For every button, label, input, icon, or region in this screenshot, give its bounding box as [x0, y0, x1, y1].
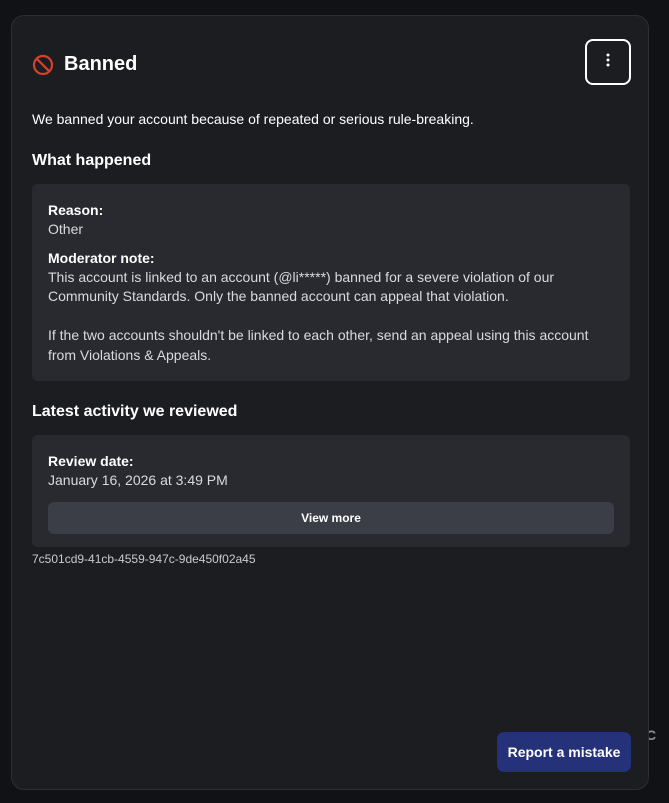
what-happened-card: Reason: Other Moderator note: This accou… — [32, 184, 630, 381]
what-happened-heading: What happened — [32, 152, 152, 169]
review-date-label: Review date: — [48, 453, 134, 469]
reason-value: Other — [48, 221, 84, 237]
latest-activity-heading: Latest activity we reviewed — [32, 403, 238, 420]
more-vertical-icon — [606, 53, 610, 72]
ban-icon — [32, 54, 54, 76]
reason-label: Reason: — [48, 202, 104, 218]
reference-id: 7c501cd9-41cb-4559-947c-9de450f02a45 — [32, 552, 256, 566]
moderator-note-line: This account is linked to an account (@l… — [48, 268, 555, 285]
ban-notice-dialog: Banned We banned your account because of… — [11, 15, 649, 790]
report-mistake-button[interactable]: Report a mistake — [497, 732, 631, 772]
moderator-note-line: from Violations & Appeals. — [48, 346, 212, 363]
latest-activity-card: Review date: January 16, 2026 at 3:49 PM… — [32, 435, 630, 547]
ban-explanation-text: We banned your account because of repeat… — [32, 111, 474, 127]
dialog-title: Banned — [64, 53, 138, 75]
moderator-note-label: Moderator note: — [48, 249, 155, 266]
moderator-note-line: Community Standards. Only the banned acc… — [48, 288, 509, 304]
more-options-button[interactable] — [585, 39, 631, 85]
review-date-value: January 16, 2026 at 3:49 PM — [48, 472, 228, 488]
dialog-header: Banned — [32, 53, 137, 76]
moderator-note-line: If the two accounts shouldn't be linked … — [48, 327, 589, 343]
view-more-button[interactable]: View more — [48, 501, 614, 534]
